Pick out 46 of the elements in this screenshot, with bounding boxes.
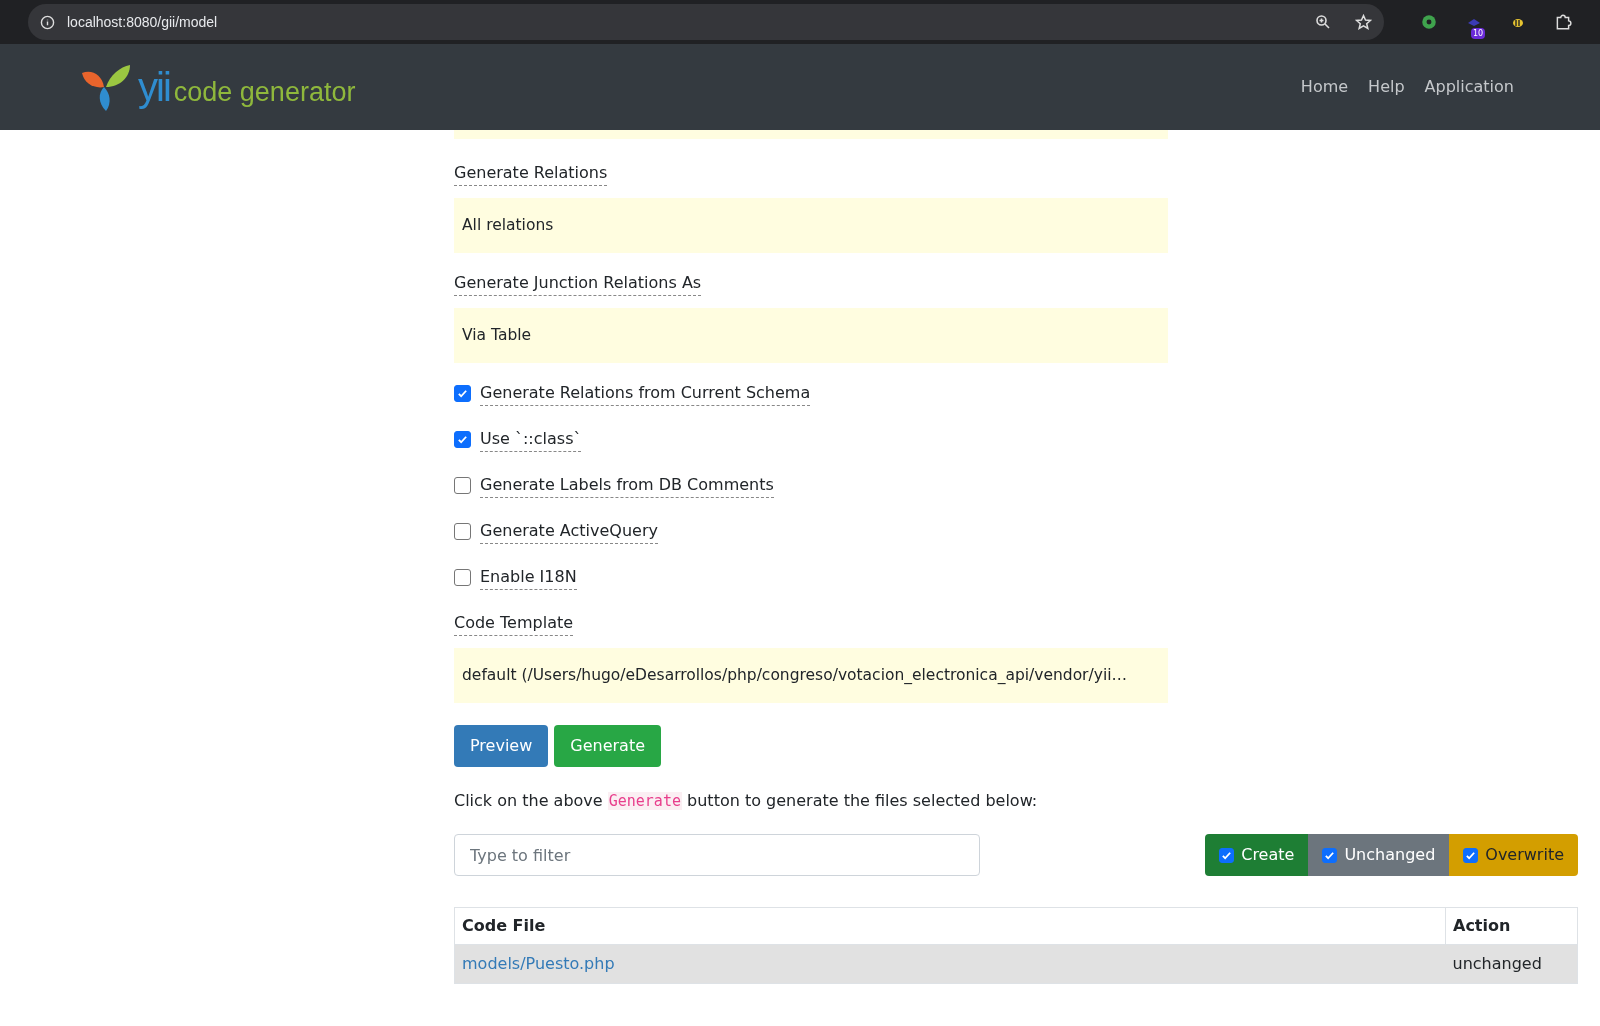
check-icon (1465, 849, 1477, 861)
checkbox[interactable] (1322, 847, 1338, 863)
checkbox[interactable] (454, 569, 471, 586)
select-field[interactable]: Via Table (454, 308, 1168, 363)
column-header: Action (1445, 907, 1578, 945)
field-label: Generate Junction Relations As (454, 271, 702, 296)
select-field[interactable]: All relations (454, 198, 1168, 253)
checkbox-label[interactable]: Generate Labels from DB Comments (480, 473, 774, 498)
status-toggle[interactable]: Unchanged (1308, 834, 1450, 876)
checkbox-label[interactable]: Generate Relations from Current Schema (480, 381, 811, 406)
check-icon (1221, 849, 1233, 861)
info-icon[interactable] (40, 14, 55, 30)
nav-link[interactable]: Home (1300, 75, 1349, 99)
instruction-text: Click on the above Generate button to generate the files selected below: (454, 790, 1039, 812)
status-toggle[interactable]: Overwrite (1449, 834, 1578, 876)
address-bar[interactable]: localhost:8080/gii/model (28, 4, 1384, 40)
checkbox-label[interactable]: Generate ActiveQuery (480, 519, 658, 544)
select-field[interactable]: default (/Users/hugo/eDesarrollos/php/congreso/votacion_electronica_api/vendor/yii… (454, 648, 1168, 703)
nav-link[interactable]: Help (1368, 75, 1405, 99)
check-icon (457, 388, 468, 399)
table-cell: unchanged (1445, 944, 1578, 984)
checkbox[interactable] (454, 431, 471, 448)
column-header: Code File (454, 907, 1446, 945)
file-link[interactable]: models/Puesto.php (462, 954, 615, 973)
checkbox[interactable] (1219, 847, 1235, 863)
star-icon[interactable] (1355, 13, 1372, 31)
gear-icon[interactable] (1420, 13, 1438, 31)
field-label: Code Template (454, 611, 574, 636)
checkbox[interactable] (454, 523, 471, 540)
field-label: Generate Relations (454, 161, 608, 186)
nav-link[interactable]: Application (1424, 75, 1514, 99)
check-icon (457, 434, 468, 445)
url-text: localhost:8080/gii/model (67, 12, 218, 32)
puzzle-icon[interactable] (1554, 13, 1572, 31)
status-toggle[interactable]: Create (1205, 834, 1309, 876)
checkbox-label[interactable]: Enable I18N (480, 565, 577, 590)
extension-badge: 10 (1471, 28, 1486, 39)
checkbox[interactable] (1463, 847, 1479, 863)
zoom-icon[interactable] (1315, 14, 1331, 30)
logo-text: yiicode generator (138, 67, 356, 107)
check-icon (1324, 849, 1336, 861)
checkbox-label[interactable]: Use `::class` (480, 427, 582, 452)
filter-field[interactable]: Type to filter (454, 834, 980, 876)
checkbox[interactable] (454, 385, 471, 402)
checkbox[interactable] (454, 477, 471, 494)
preview-button[interactable]: Preview (454, 725, 549, 767)
